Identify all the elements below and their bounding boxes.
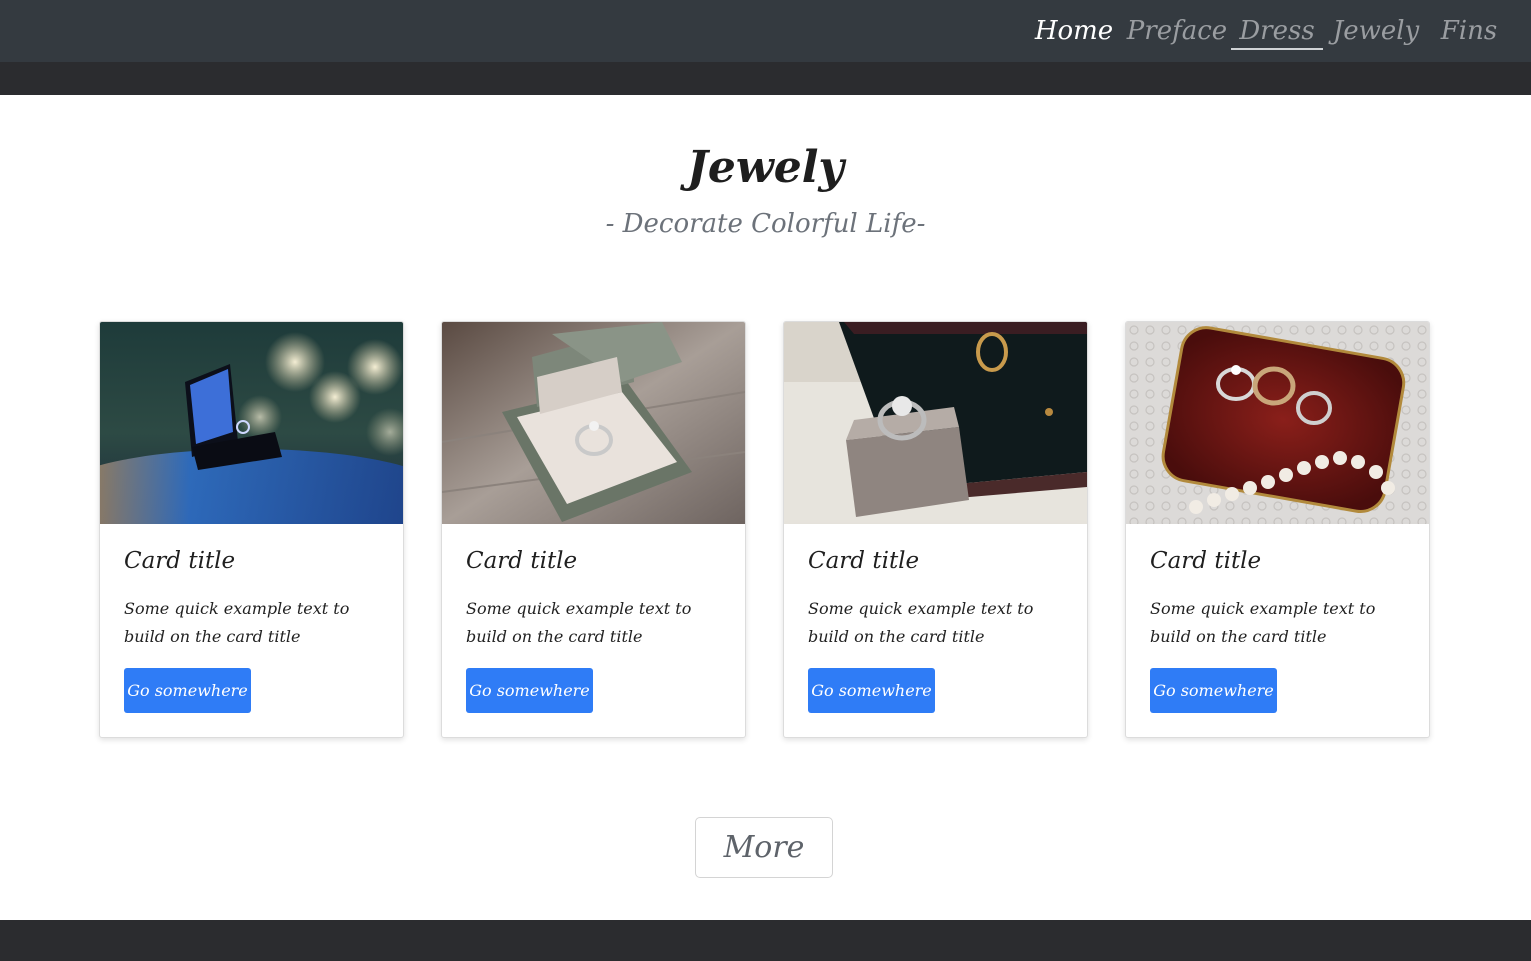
card-text: Some quick example text to build on the … <box>124 599 350 646</box>
card-text: Some quick example text to build on the … <box>808 599 1034 646</box>
go-somewhere-button[interactable]: Go somewhere <box>466 668 593 713</box>
card-title: Card title <box>808 548 920 574</box>
footer <box>0 920 1531 961</box>
go-somewhere-button[interactable]: Go somewhere <box>1150 668 1277 713</box>
card-title: Card title <box>124 548 236 574</box>
section-subtitle: - Decorate Colorful Life- <box>605 209 926 239</box>
product-card: Card title Some quick example text to bu… <box>783 321 1088 738</box>
nav-item-fins[interactable]: Fins <box>1427 0 1511 62</box>
diamond-ring-velvet-box-image <box>784 322 1087 524</box>
product-card: Card title Some quick example text to bu… <box>99 321 404 738</box>
top-navbar: Home Preface Dress Jewely Fins <box>0 0 1531 62</box>
card-title: Card title <box>466 548 578 574</box>
ring-in-green-box-image <box>442 322 745 524</box>
more-button[interactable]: More <box>695 817 833 878</box>
hero-image-strip <box>0 62 1531 95</box>
ring-box-bokeh-image <box>100 322 403 524</box>
card-text: Some quick example text to build on the … <box>466 599 692 646</box>
nav-item-jewely[interactable]: Jewely <box>1325 0 1427 62</box>
rings-on-red-pillow-image <box>1126 322 1429 524</box>
card-title: Card title <box>1150 548 1262 574</box>
go-somewhere-button[interactable]: Go somewhere <box>808 668 935 713</box>
card-text: Some quick example text to build on the … <box>1150 599 1376 646</box>
nav-item-dress[interactable]: Dress <box>1229 0 1325 62</box>
product-card: Card title Some quick example text to bu… <box>441 321 746 738</box>
nav-links: Home Preface Dress Jewely Fins <box>1023 0 1511 62</box>
nav-item-preface[interactable]: Preface <box>1125 0 1229 62</box>
nav-item-home[interactable]: Home <box>1023 0 1125 62</box>
go-somewhere-button[interactable]: Go somewhere <box>124 668 251 713</box>
product-card: Card title Some quick example text to bu… <box>1125 321 1430 738</box>
section-title: Jewely <box>687 142 844 193</box>
